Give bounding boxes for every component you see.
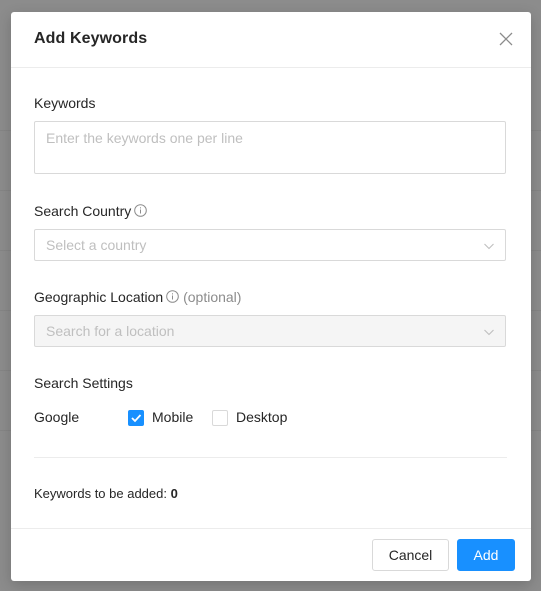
cancel-button[interactable]: Cancel (372, 539, 449, 571)
divider (34, 457, 507, 458)
info-icon (134, 204, 148, 217)
geographic-location-label: Geographic Location (optional) (34, 289, 241, 305)
chevron-down-icon (484, 329, 494, 336)
keywords-count: Keywords to be added: 0 (34, 486, 178, 501)
location-placeholder: Search for a location (46, 323, 175, 339)
country-placeholder: Select a country (46, 237, 147, 253)
chevron-down-icon (484, 243, 494, 250)
search-country-label: Search Country (34, 203, 148, 219)
desktop-label[interactable]: Desktop (236, 409, 287, 425)
search-settings-label: Search Settings (34, 375, 133, 391)
mobile-checkbox[interactable] (128, 410, 144, 426)
modal-title: Add Keywords (34, 30, 148, 47)
search-country-label-text: Search Country (34, 203, 132, 219)
add-keywords-modal: Add Keywords Keywords Enter the keywords… (11, 12, 531, 581)
keywords-label: Keywords (34, 95, 96, 111)
add-button[interactable]: Add (457, 539, 515, 571)
keywords-textarea[interactable]: Enter the keywords one per line (34, 121, 506, 174)
keywords-placeholder: Enter the keywords one per line (46, 130, 243, 146)
mobile-label[interactable]: Mobile (152, 409, 193, 425)
desktop-checkbox[interactable] (212, 410, 228, 426)
country-select[interactable]: Select a country (34, 229, 506, 261)
optional-hint: (optional) (183, 289, 242, 305)
location-select[interactable]: Search for a location (34, 315, 506, 347)
info-icon (166, 290, 180, 303)
modal-footer-divider (11, 528, 531, 529)
modal-header: Add Keywords (11, 12, 531, 68)
keywords-count-label: Keywords to be added: (34, 486, 167, 501)
search-settings-row: Google Mobile Desktop (34, 409, 506, 429)
keywords-count-value: 0 (170, 486, 178, 501)
close-icon[interactable] (497, 30, 515, 48)
search-engine-label: Google (34, 409, 80, 425)
geographic-location-label-text: Geographic Location (34, 289, 164, 305)
check-icon (131, 414, 142, 423)
